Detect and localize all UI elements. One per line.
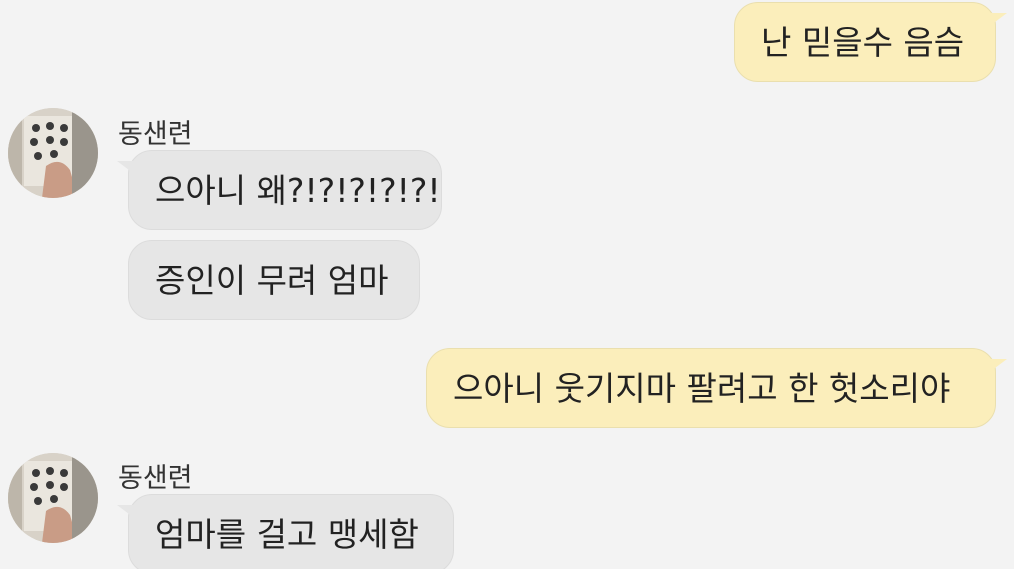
avatar-photo-icon [8, 453, 98, 543]
their-message-bubble[interactable]: 엄마를 걸고 맹세함 [117, 494, 454, 569]
my-message-bubble[interactable]: 으아니 웃기지마 팔려고 한 헛소리야 [426, 348, 1007, 428]
avatar-photo-icon [8, 108, 98, 198]
their-message-bubble[interactable]: 으아니 왜?!?!?!?!?! [117, 150, 442, 230]
my-message-bubble[interactable]: 난 믿을수 음슴 [734, 2, 1007, 82]
sender-name: 동샌련 [118, 119, 193, 150]
chat-window: 난 믿을수 음슴 동샌련 으아니 왜?!?!?!?!?! 증인이 무려 엄마 으… [0, 0, 1014, 569]
avatar[interactable] [8, 453, 98, 543]
sender-name: 동샌련 [118, 463, 193, 494]
their-message-bubble[interactable]: 증인이 무려 엄마 [128, 240, 420, 320]
avatar[interactable] [8, 108, 98, 198]
